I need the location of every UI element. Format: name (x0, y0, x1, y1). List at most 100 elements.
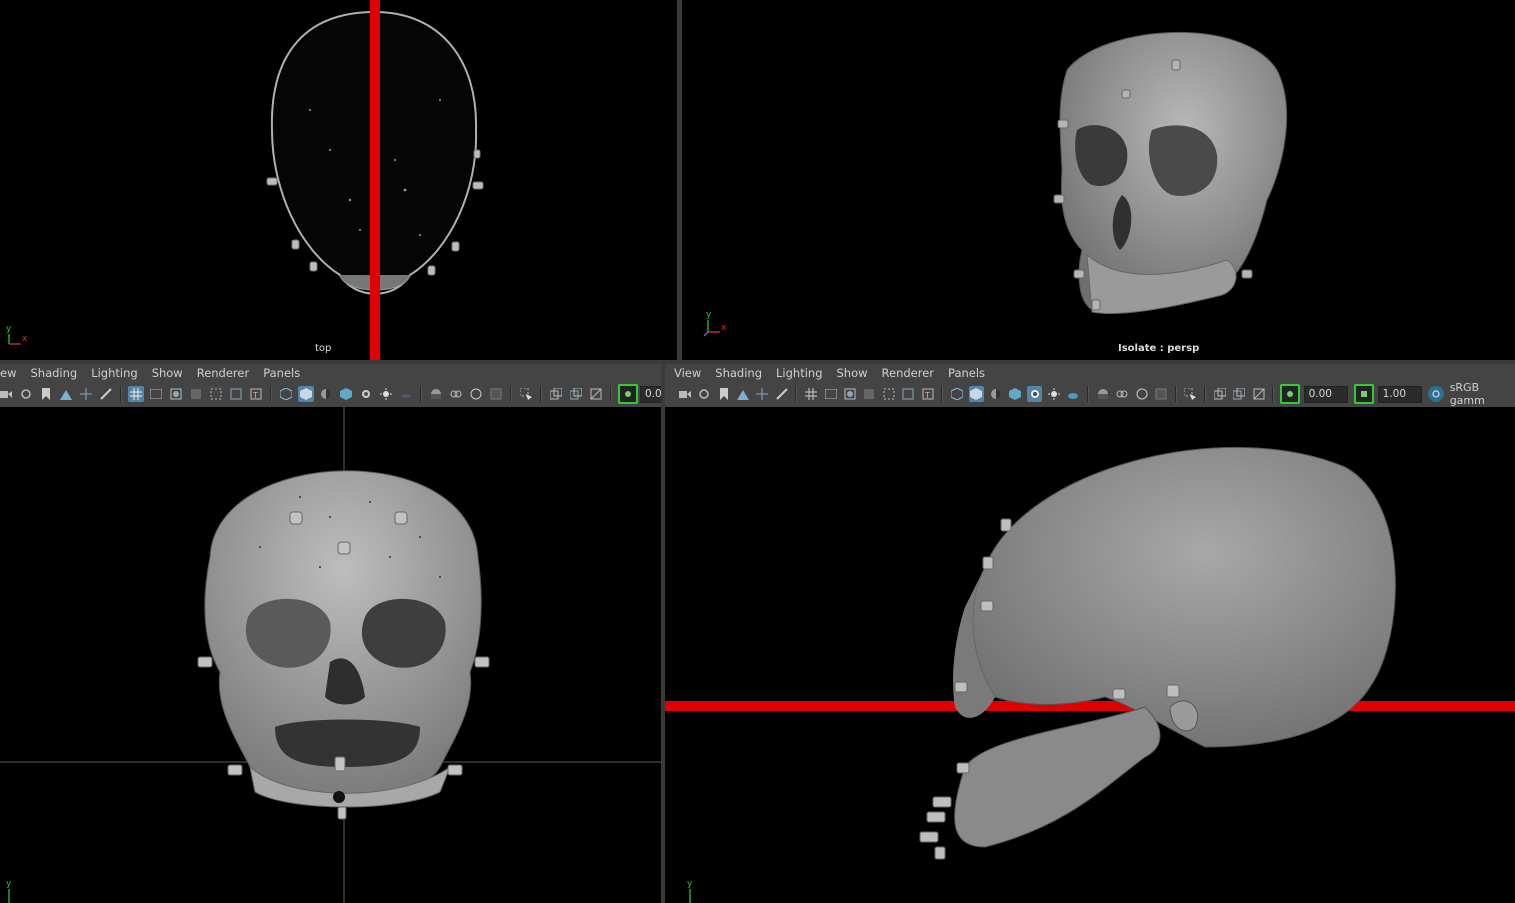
field-chart-icon[interactable] (881, 386, 896, 402)
depth-of-field-icon[interactable] (1153, 386, 1168, 402)
resolution-gate-icon[interactable] (168, 386, 184, 402)
svg-text:T: T (252, 391, 258, 400)
gate-mask-icon[interactable] (188, 386, 204, 402)
menu-view[interactable]: ew (0, 366, 16, 380)
xray-components-icon[interactable] (588, 386, 604, 402)
bookmark-icon[interactable] (38, 386, 54, 402)
axis-y-label: y (706, 310, 712, 320)
toolbar-separator (540, 386, 542, 402)
safe-action-icon[interactable] (900, 386, 915, 402)
wireframe-cube-icon[interactable] (949, 386, 964, 402)
menu-show[interactable]: Show (152, 366, 183, 380)
axis-indicator: y (685, 879, 709, 903)
wireframe-on-shaded-icon[interactable] (318, 386, 334, 402)
xray-icon[interactable] (1212, 386, 1227, 402)
color-management-icon[interactable] (1428, 386, 1444, 402)
menu-panels[interactable]: Panels (263, 366, 300, 380)
gamma-field[interactable]: 1.00 (1377, 385, 1423, 403)
front-view-skull-mesh (0, 407, 661, 903)
viewport-camera-label: Isolate : persp (1118, 343, 1200, 354)
safe-title-icon[interactable]: T (920, 386, 935, 402)
shadows-icon[interactable] (398, 386, 414, 402)
shadows-icon[interactable] (1066, 386, 1081, 402)
screen-space-ao-icon[interactable] (1095, 386, 1110, 402)
isolate-icon[interactable] (518, 386, 534, 402)
camera-icon[interactable] (0, 386, 14, 402)
bookmark-icon[interactable] (716, 386, 731, 402)
textured-icon[interactable] (338, 386, 354, 402)
grease-pencil-icon[interactable] (774, 386, 789, 402)
grease-pencil-icon[interactable] (98, 386, 114, 402)
exposure-icon[interactable] (618, 384, 638, 404)
grid-icon[interactable] (803, 386, 818, 402)
exposure-field[interactable]: 0.00 (1303, 385, 1349, 403)
isolate-icon[interactable] (1183, 386, 1198, 402)
svg-text:T: T (924, 391, 930, 400)
gamma-icon[interactable] (1354, 384, 1374, 404)
motion-blur-icon[interactable] (1114, 386, 1129, 402)
toolbar-separator (420, 386, 422, 402)
default-light-icon[interactable] (378, 386, 394, 402)
viewport-top[interactable]: top y x (0, 0, 677, 360)
view-transform-label[interactable]: sRGB gamm (1450, 381, 1515, 407)
film-gate-icon[interactable] (148, 386, 164, 402)
use-all-lights-icon[interactable] (1026, 386, 1043, 402)
toolbar-separator (270, 386, 272, 402)
depth-of-field-icon[interactable] (488, 386, 504, 402)
menu-shading[interactable]: Shading (30, 366, 77, 380)
resolution-gate-icon[interactable] (842, 386, 857, 402)
persp-view-skull-mesh (1053, 31, 1288, 315)
exposure-field[interactable]: 0.0 (640, 385, 662, 403)
lights-icon[interactable] (358, 386, 374, 402)
safe-action-icon[interactable] (228, 386, 244, 402)
pan-zoom-icon[interactable] (78, 386, 94, 402)
menu-renderer[interactable]: Renderer (882, 366, 935, 380)
pan-zoom-icon[interactable] (755, 386, 770, 402)
shaded-cube-icon[interactable] (968, 386, 985, 402)
image-plane-icon[interactable] (735, 386, 750, 402)
menu-view[interactable]: View (674, 366, 701, 380)
default-light-icon[interactable] (1046, 386, 1061, 402)
anti-aliasing-icon[interactable] (1134, 386, 1149, 402)
menu-renderer[interactable]: Renderer (197, 366, 250, 380)
menu-lighting[interactable]: Lighting (776, 366, 822, 380)
shaded-cube-icon[interactable] (298, 386, 314, 402)
toolbar-separator (1087, 386, 1090, 402)
toolbar-separator (610, 386, 612, 402)
motion-blur-icon[interactable] (448, 386, 464, 402)
menu-shading[interactable]: Shading (715, 366, 762, 380)
textured-icon[interactable] (1007, 386, 1022, 402)
panel-icon-toolbar: T 0.00 1.00 sRGB gamm (675, 381, 1515, 407)
viewport-side[interactable]: y (665, 407, 1515, 903)
camera-icon[interactable] (677, 386, 692, 402)
viewport-persp[interactable]: Isolate : persp y x (682, 0, 1515, 360)
grid-icon[interactable] (128, 386, 144, 402)
anti-aliasing-icon[interactable] (468, 386, 484, 402)
film-gate-icon[interactable] (823, 386, 838, 402)
image-plane-icon[interactable] (58, 386, 74, 402)
safe-title-icon[interactable]: T (248, 386, 264, 402)
viewport-front[interactable]: y (0, 407, 661, 903)
gate-mask-icon[interactable] (862, 386, 877, 402)
axis-indicator: y (4, 879, 28, 903)
wireframe-cube-icon[interactable] (278, 386, 294, 402)
xray-components-icon[interactable] (1251, 386, 1266, 402)
menu-show[interactable]: Show (837, 366, 868, 380)
xray-joints-icon[interactable] (568, 386, 584, 402)
side-view-skull-mesh (665, 446, 1515, 860)
menu-panels[interactable]: Panels (948, 366, 985, 380)
axis-x-label: x (22, 334, 28, 344)
toolbar-separator (941, 386, 944, 402)
field-chart-icon[interactable] (208, 386, 224, 402)
xray-icon[interactable] (548, 386, 564, 402)
camera-attributes-icon[interactable] (696, 386, 711, 402)
xray-joints-icon[interactable] (1231, 386, 1246, 402)
camera-attributes-icon[interactable] (18, 386, 34, 402)
panel-menu-bar: View Shading Lighting Show Renderer Pane… (674, 364, 999, 382)
toolbar-separator (1174, 386, 1177, 402)
exposure-icon[interactable] (1280, 384, 1300, 404)
toolbar-separator (1272, 386, 1275, 402)
screen-space-ao-icon[interactable] (428, 386, 444, 402)
wireframe-on-shaded-icon[interactable] (988, 386, 1003, 402)
menu-lighting[interactable]: Lighting (91, 366, 137, 380)
